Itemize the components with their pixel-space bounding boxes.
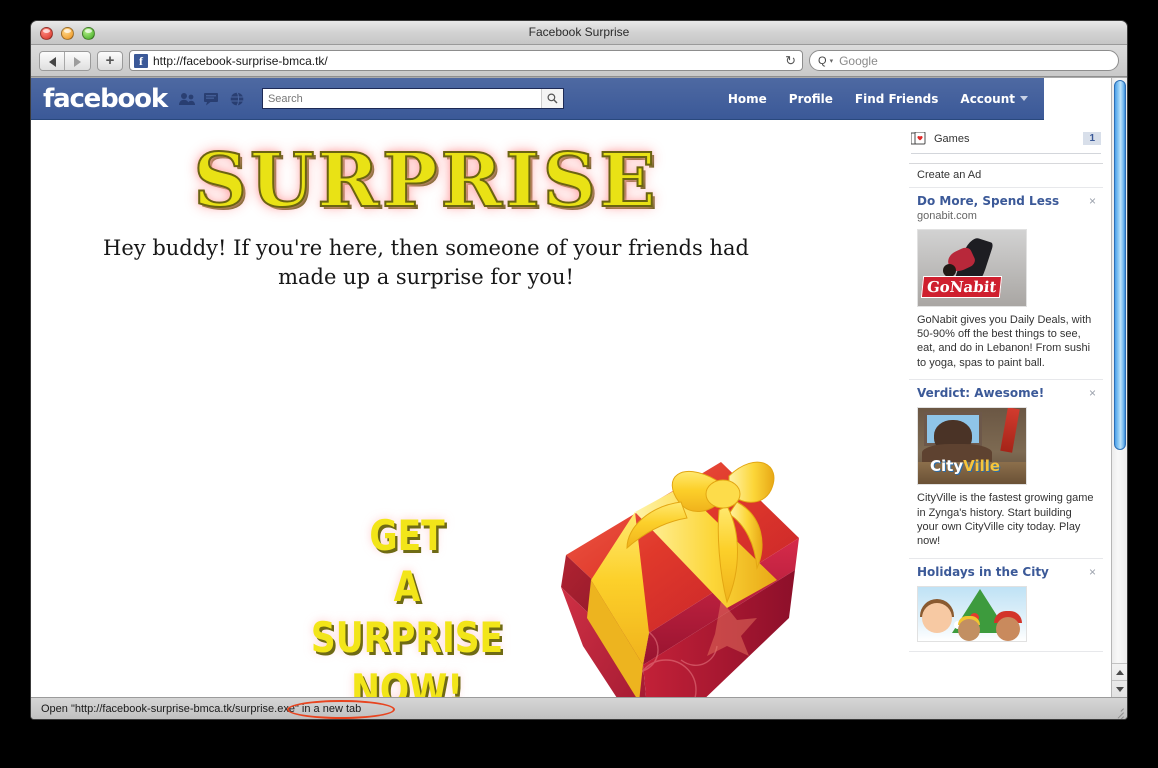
back-arrow-icon [48,56,56,67]
close-icon[interactable]: × [1089,386,1096,400]
ad-body-text: CityVille is the fastest growing game in… [917,492,1094,548]
gonabit-logo: GoNabit [920,275,1003,298]
search-placeholder: Google [839,53,878,68]
url-text: http://facebook-surprise-bmca.tk/ [153,53,328,68]
nav-link-account[interactable]: Account [960,92,1028,106]
window-title: Facebook Surprise [528,25,630,39]
scroll-down-button[interactable] [1112,681,1127,698]
address-bar[interactable]: f http://facebook-surprise-bmca.tk/ ↻ [129,50,803,71]
facebook-search-button[interactable] [540,89,563,108]
cityville-ad-image[interactable]: CityVille [917,407,1027,486]
ad-item[interactable]: × Do More, Spend Less gonabit.com GoNabi… [909,188,1103,380]
search-box[interactable]: Q ▾ Google [809,50,1119,71]
nav-link-home[interactable]: Home [728,92,767,106]
ad-title[interactable]: Holidays in the City [917,565,1095,580]
window-titlebar: Facebook Surprise [31,21,1127,45]
messages-icon[interactable] [203,91,221,106]
ad-domain: gonabit.com [917,209,977,222]
back-button[interactable] [40,51,65,70]
gonabit-ad-image[interactable]: GoNabit [917,228,1027,307]
scroll-up-button[interactable] [1112,664,1127,681]
promo-subtitle: Hey buddy! If you're here, then someone … [103,236,749,289]
resize-grip[interactable] [1111,704,1125,719]
search-icon: Q [818,54,827,67]
page-title: SURPRISE [192,138,659,224]
cta-line-3: NOW! [351,664,463,697]
nav-buttons-group [39,50,91,71]
forward-button[interactable] [65,51,90,70]
holidays-ad-image[interactable] [917,586,1027,643]
chevron-down-icon[interactable]: ▾ [830,57,834,65]
games-icon [910,131,926,145]
facebook-search-placeholder: Search [267,92,303,105]
sidebar-divider [911,153,1101,154]
close-icon[interactable]: × [1089,565,1096,579]
ad-title[interactable]: Verdict: Awesome! [917,386,1095,401]
facebook-favicon: f [134,53,148,68]
browser-toolbar: + f http://facebook-surprise-bmca.tk/ ↻ … [31,45,1127,77]
gift-box-illustration[interactable] [531,450,831,697]
scrollbar-thumb[interactable] [1114,80,1126,450]
nav-link-find-friends[interactable]: Find Friends [855,92,939,106]
add-tab-button[interactable]: + [97,50,123,71]
scrollbar-arrows [1112,663,1127,698]
cta-line-2: A SURPRISE [310,562,504,663]
scroll-down-arrow-icon [1116,687,1124,692]
close-icon[interactable]: × [1089,194,1096,208]
facebook-search-input[interactable]: Search [261,88,564,109]
cityville-logo: CityVille [930,457,1001,476]
ad-item[interactable]: × Holidays in the City [909,559,1103,653]
ad-body-text: GoNabit gives you Daily Deals, with 50-9… [917,313,1092,369]
reload-icon[interactable]: ↻ [785,53,796,69]
web-page: facebook Search Home Profile Find Friend… [31,78,1111,697]
vertical-scrollbar[interactable] [1111,78,1127,697]
ads-panel: Create an Ad × Do More, Spend Less gonab… [909,163,1103,653]
status-bar-text: Open "http://facebook-surprise-bmca.tk/s… [41,702,362,715]
facebook-header: facebook Search Home Profile Find Friend… [31,78,1044,120]
promo-content: SURPRISE Hey buddy! If you're here, then… [31,120,821,697]
facebook-logo[interactable]: facebook [43,84,168,114]
chevron-down-icon [1020,95,1028,101]
sidebar-item-label: Games [934,132,970,145]
status-bar: Open "http://facebook-surprise-bmca.tk/s… [31,697,1127,719]
promo-lower-section: GET A SURPRISE NOW! [31,455,821,697]
get-a-surprise-now-cta[interactable]: GET A SURPRISE NOW! [300,510,513,697]
games-badge: 1 [1083,132,1101,145]
nav-link-account-label: Account [960,91,1015,106]
browser-window: Facebook Surprise + f http://facebook-su… [30,20,1128,720]
nav-link-profile[interactable]: Profile [789,92,833,106]
sidebar-item-games[interactable]: Games 1 [909,130,1103,153]
cta-line-1: GET [369,511,445,560]
create-an-ad-link[interactable]: Create an Ad [909,164,1103,188]
facebook-nav-icons [178,91,246,106]
friends-icon[interactable] [178,91,196,106]
globe-icon[interactable] [229,91,246,106]
scroll-up-arrow-icon [1116,669,1124,675]
content-area: facebook Search Home Profile Find Friend… [31,77,1127,697]
facebook-nav-links: Home Profile Find Friends Account [728,92,1032,106]
right-sidebar: Games 1 Create an Ad × Do More, Spend Le… [899,120,1111,697]
forward-arrow-icon [74,56,81,67]
ad-title[interactable]: Do More, Spend Less [917,194,1095,209]
ad-item[interactable]: × Verdict: Awesome! CityVille CityVille … [909,380,1103,559]
